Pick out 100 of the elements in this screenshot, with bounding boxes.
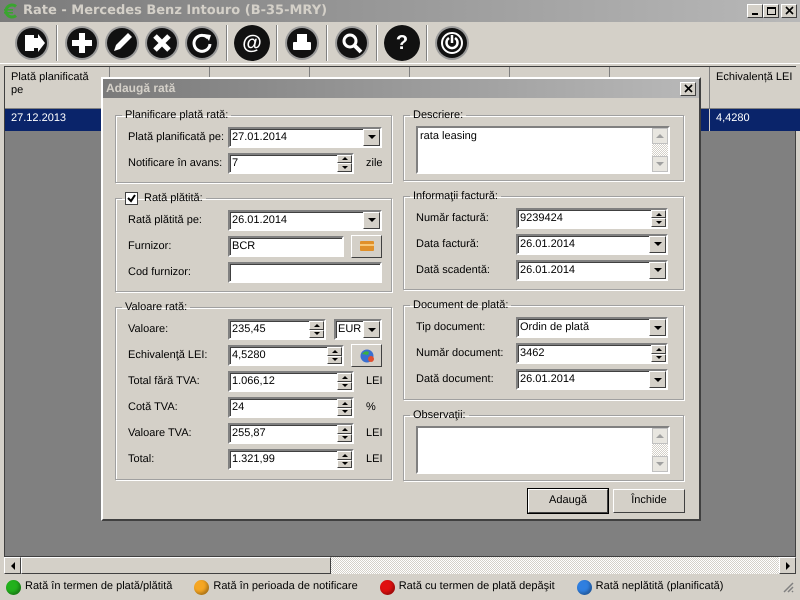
column-header: Echivalență LEI [710,67,800,109]
toolbar-button[interactable]: @ [234,24,270,60]
field-label: Dată document: [416,372,495,386]
field-label: Rată plătită pe: [128,214,203,227]
spin-up-button[interactable] [337,451,352,460]
euro-icon [3,3,19,19]
group-title: Rată plătită: [144,192,203,206]
field-label: Furnizor: [128,240,172,253]
close-button[interactable] [781,4,797,18]
window-title: Rate - Mercedes Benz Intouro (B-35-MRY) [23,3,328,19]
dropdown-field[interactable]: Ordin de plată [516,317,668,338]
spin-field[interactable]: 255,87 [228,423,354,444]
dropdown-button[interactable] [363,212,380,229]
spin-field[interactable]: 7 [228,152,354,174]
dropdown-field[interactable]: EUR [334,319,382,340]
search-icon [334,24,370,60]
spin-up-button[interactable] [651,210,666,218]
field-label: Cotă TVA: [128,400,179,414]
dropdown-button[interactable] [649,262,666,279]
toolbar-button[interactable]: ? [384,24,420,60]
spin-up-button[interactable] [337,399,352,408]
dropdown-button[interactable] [363,128,380,146]
exchange-button[interactable] [351,344,382,368]
minimize-icon [752,13,758,15]
legend-label: Rată neplătită (planificată) [596,580,724,594]
spin-up-button[interactable] [337,154,352,164]
delete-button[interactable] [144,24,180,60]
exit-button[interactable] [14,24,50,60]
dialog-button[interactable]: Închide [613,488,685,513]
group-title: Valoare rată: [125,301,188,315]
group-title: Document de plată: [413,299,508,313]
close-button[interactable] [680,82,696,96]
dropdown-field[interactable]: 26.01.2014 [516,260,668,281]
unit-label: LEI [366,452,383,466]
dropdown-field[interactable]: 26.01.2014 [228,210,382,231]
unit-label: LEI [366,374,383,388]
field-label: Echivalenţă LEI: [128,348,208,362]
edit-button[interactable] [104,24,140,60]
search-button[interactable] [334,24,370,60]
scroll-down-button[interactable] [652,156,668,172]
field-label: Dată scadentă: [416,264,491,277]
spin-field[interactable]: 1.066,12 [228,371,354,392]
group-title: Observaţii: [413,408,466,422]
text-field[interactable]: BCR [228,236,344,257]
spin-field[interactable]: 3462 [516,343,668,364]
group-title: Informaţii factură: [413,190,498,204]
memo-field[interactable]: rata leasing [416,126,670,174]
exit-icon [14,24,50,60]
spin-up-button[interactable] [309,321,324,330]
scroll-thumb[interactable] [21,557,331,574]
field-label: Tip document: [416,320,486,334]
maximize-button[interactable] [763,4,779,18]
legend-label: Rată cu termen de plată depăşit [398,580,555,594]
power-icon [434,24,470,60]
spin-field[interactable]: 24 [228,397,354,418]
spin-field[interactable]: 235,45 [228,319,326,340]
dropdown-field[interactable]: 26.01.2014 [516,234,668,255]
dialog-title: Adaugă rată [106,81,176,96]
unit-label: LEI [366,426,383,440]
spin-down-button[interactable] [651,218,666,227]
field-label: Număr document: [416,346,504,360]
dropdown-button[interactable] [363,321,380,338]
spin-up-button[interactable] [337,373,352,382]
printer-button[interactable] [284,24,320,60]
refresh-button[interactable] [184,24,220,60]
group-title: Planificare plată rată: [125,109,228,122]
text-field[interactable] [228,262,382,283]
field-label: Total fără TVA: [128,374,201,388]
dropdown-button[interactable] [649,319,666,336]
unit-label: zile [366,156,383,170]
close-icon [682,84,694,94]
scroll-up-button[interactable] [652,428,668,444]
field-label: Total: [128,452,156,466]
field-label: Număr factură: [416,212,490,225]
left-arrow-icon [10,562,16,570]
dialog-button[interactable]: Adaugă [528,488,608,513]
spin-field[interactable]: 4,5280 [228,345,344,366]
dropdown-button[interactable] [649,236,666,253]
dropdown-field[interactable]: 26.01.2014 [516,369,668,390]
lookup-button[interactable] [351,234,382,258]
dropdown-button[interactable] [649,371,666,388]
spin-down-button[interactable] [337,163,352,172]
maximize-icon [766,6,776,16]
spin-up-button[interactable] [327,347,342,356]
checkbox[interactable] [125,192,138,206]
field-label: Cod furnizor: [128,266,192,279]
spin-up-button[interactable] [337,425,352,434]
dropdown-field[interactable]: 27.01.2014 [228,126,382,148]
horizontal-scrollbar[interactable] [4,557,796,574]
spin-field[interactable]: 1.321,99 [228,449,354,470]
printer-icon [284,24,320,60]
power-button[interactable] [434,24,470,60]
close-icon [784,6,794,16]
legend-label: Rată în termen de plată/plătită [25,580,172,594]
spin-field[interactable]: 9239424 [516,208,668,229]
right-arrow-icon [784,562,790,570]
spin-up-button[interactable] [651,345,666,354]
memo-field[interactable] [416,426,670,474]
add-button[interactable] [64,24,100,60]
minimize-button[interactable] [747,4,763,18]
